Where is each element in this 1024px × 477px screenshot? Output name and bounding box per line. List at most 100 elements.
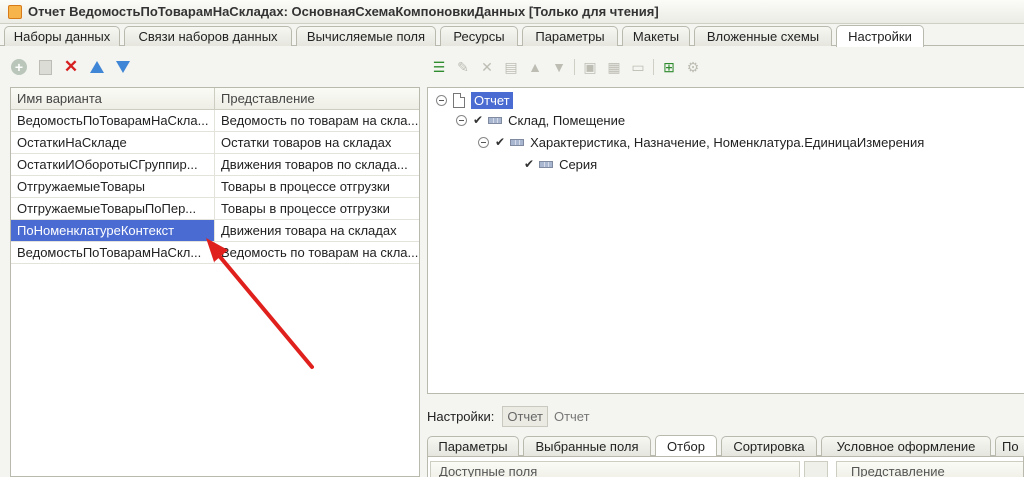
- print-button[interactable]: ▭: [629, 58, 647, 76]
- tab-more[interactable]: По: [995, 436, 1024, 456]
- tab-datasets[interactable]: Наборы данных: [4, 26, 120, 46]
- add-variant-button[interactable]: +: [10, 58, 28, 76]
- window-titlebar: Отчет ВедомостьПоТоварамНаСкладах: Основ…: [0, 0, 1024, 24]
- settings-value: Отчет: [553, 408, 590, 424]
- filter-grid: Доступные поля Представление: [427, 456, 1024, 477]
- variants-table-header: Имя варианта Представление: [11, 88, 419, 110]
- tree-node-label: Характеристика, Назначение, Номенклатура…: [530, 134, 925, 150]
- plus-icon: +: [11, 59, 27, 75]
- gear-icon: ⚙: [686, 58, 700, 75]
- variant-view: Ведомость по товарам на скла...: [221, 113, 419, 128]
- delete-icon: ✕: [481, 58, 493, 75]
- tab-selected-fields[interactable]: Выбранные поля: [523, 436, 651, 456]
- tab-nested-schemas[interactable]: Вложенные схемы: [694, 26, 832, 46]
- grouping-icon: [539, 160, 554, 168]
- variant-name: ОстаткиИОборотыСГруппир...: [11, 154, 215, 175]
- collapse-icon[interactable]: [478, 136, 489, 148]
- collapse-icon[interactable]: [456, 114, 467, 126]
- variant-name: ВедомостьПоТоварамНаСкла...: [11, 110, 215, 131]
- tab-filter[interactable]: Отбор: [655, 435, 717, 457]
- tree-node-grouping[interactable]: ✔ Серия: [524, 154, 597, 174]
- group-button[interactable]: ▣: [581, 58, 599, 76]
- grouping-icon: [510, 138, 525, 146]
- pencil-icon: ✎: [457, 58, 469, 75]
- arrow-up-icon: ▲: [528, 59, 542, 75]
- variant-name: ОтгружаемыеТоварыПоПер...: [11, 198, 215, 219]
- column-variant-name[interactable]: Имя варианта: [11, 88, 215, 109]
- table-row[interactable]: ОстаткиНаСкладе Остатки товаров на склад…: [11, 132, 419, 154]
- variants-table: Имя варианта Представление ВедомостьПоТо…: [10, 87, 420, 477]
- tab-resources[interactable]: Ресурсы: [440, 26, 518, 46]
- document-icon: [453, 92, 465, 108]
- tab-settings[interactable]: Настройки: [836, 25, 924, 47]
- settings-button[interactable]: ⚙: [684, 58, 702, 76]
- settings-chip[interactable]: Отчет: [502, 405, 548, 427]
- tree-node-label: Склад, Помещение: [508, 112, 626, 128]
- monitor-icon: ▭: [631, 58, 645, 75]
- top-tabs: Наборы данных Связи наборов данных Вычис…: [0, 24, 1024, 47]
- tab-dataset-links[interactable]: Связи наборов данных: [124, 26, 292, 46]
- variants-toolbar: + ✕: [10, 56, 132, 78]
- report-icon: [8, 4, 22, 19]
- column-presentation[interactable]: Представление: [836, 461, 1023, 477]
- edit-button[interactable]: ✎: [454, 58, 472, 76]
- move-down-button[interactable]: ▼: [550, 58, 568, 76]
- check-icon[interactable]: ✔: [473, 113, 483, 127]
- column-presentation[interactable]: Представление: [215, 88, 419, 109]
- properties-icon: ▤: [504, 58, 518, 75]
- ungroup-button[interactable]: ▦: [605, 58, 623, 76]
- variant-view: Движения товаров по склада...: [221, 157, 408, 172]
- check-icon[interactable]: ✔: [495, 135, 505, 149]
- structure-toolbar: ☰ ✎ ✕ ▤ ▲ ▼ ▣ ▦ ▭ ⊞ ⚙: [430, 56, 702, 78]
- delete-button[interactable]: ✕: [478, 58, 496, 76]
- tab-templates[interactable]: Макеты: [622, 26, 690, 46]
- structure-tree: Отчет ✔ Склад, Помещение ✔ Характеристик…: [427, 87, 1024, 394]
- delete-icon: ✕: [63, 57, 79, 76]
- move-up-button[interactable]: ▲: [526, 58, 544, 76]
- table-row[interactable]: ВедомостьПоТоварамНаСкл... Ведомость по …: [11, 242, 419, 264]
- properties-button[interactable]: ▤: [502, 58, 520, 76]
- column-available-fields[interactable]: Доступные поля: [430, 461, 800, 477]
- variant-name: ПоНоменклатуреКонтекст: [11, 220, 215, 241]
- move-up-button[interactable]: [88, 58, 106, 76]
- add-setting-button[interactable]: ⊞: [660, 58, 678, 76]
- collapse-icon[interactable]: [436, 94, 447, 106]
- tab-parameters[interactable]: Параметры: [522, 26, 618, 46]
- tree-node-grouping[interactable]: ✔ Характеристика, Назначение, Номенклату…: [478, 132, 924, 152]
- grid-add-icon: ⊞: [663, 58, 675, 75]
- variant-name: ОстаткиНаСкладе: [11, 132, 215, 153]
- tab-calculated-fields[interactable]: Вычисляемые поля: [296, 26, 436, 46]
- add-grouping-button[interactable]: ☰: [430, 58, 448, 76]
- toolbar-separator: [653, 59, 654, 75]
- tree-node-label: Серия: [559, 156, 598, 172]
- window-title: Отчет ВедомостьПоТоварамНаСкладах: Основ…: [28, 4, 659, 19]
- copy-variant-button[interactable]: [36, 58, 54, 76]
- table-row[interactable]: ОтгружаемыеТоварыПоПер... Товары в проце…: [11, 198, 419, 220]
- table-row-selected[interactable]: ПоНоменклатуреКонтекст Движения товара н…: [11, 220, 419, 242]
- arrow-down-icon: [116, 61, 130, 73]
- bottom-tabs: Параметры Выбранные поля Отбор Сортировк…: [427, 434, 1024, 457]
- variant-view: Движения товара на складах: [221, 223, 397, 238]
- tree-node-grouping[interactable]: ✔ Склад, Помещение: [456, 110, 625, 130]
- table-row[interactable]: ОтгружаемыеТовары Товары в процессе отгр…: [11, 176, 419, 198]
- settings-bar: Настройки: Отчет Отчет: [427, 404, 590, 428]
- move-down-button[interactable]: [114, 58, 132, 76]
- arrow-up-icon: [90, 61, 104, 73]
- table-row[interactable]: ВедомостьПоТоварамНаСкла... Ведомость по…: [11, 110, 419, 132]
- delete-variant-button[interactable]: ✕: [62, 58, 80, 76]
- check-icon[interactable]: ✔: [524, 157, 534, 171]
- variant-view: Остатки товаров на складах: [221, 135, 392, 150]
- tab-parameters[interactable]: Параметры: [427, 436, 519, 456]
- group-icon: ▣: [583, 58, 597, 75]
- tab-sorting[interactable]: Сортировка: [721, 436, 817, 456]
- toolbar-separator: [574, 59, 575, 75]
- settings-label: Настройки:: [427, 408, 495, 424]
- variant-view: Товары в процессе отгрузки: [221, 201, 390, 216]
- grouping-icon: [488, 116, 503, 124]
- scroll-control[interactable]: [804, 461, 828, 477]
- tab-conditional-format[interactable]: Условное оформление: [821, 436, 991, 456]
- table-row[interactable]: ОстаткиИОборотыСГруппир... Движения това…: [11, 154, 419, 176]
- variant-view: Товары в процессе отгрузки: [221, 179, 390, 194]
- tree-node-label: Отчет: [471, 91, 513, 109]
- tree-node-root[interactable]: Отчет: [436, 90, 513, 110]
